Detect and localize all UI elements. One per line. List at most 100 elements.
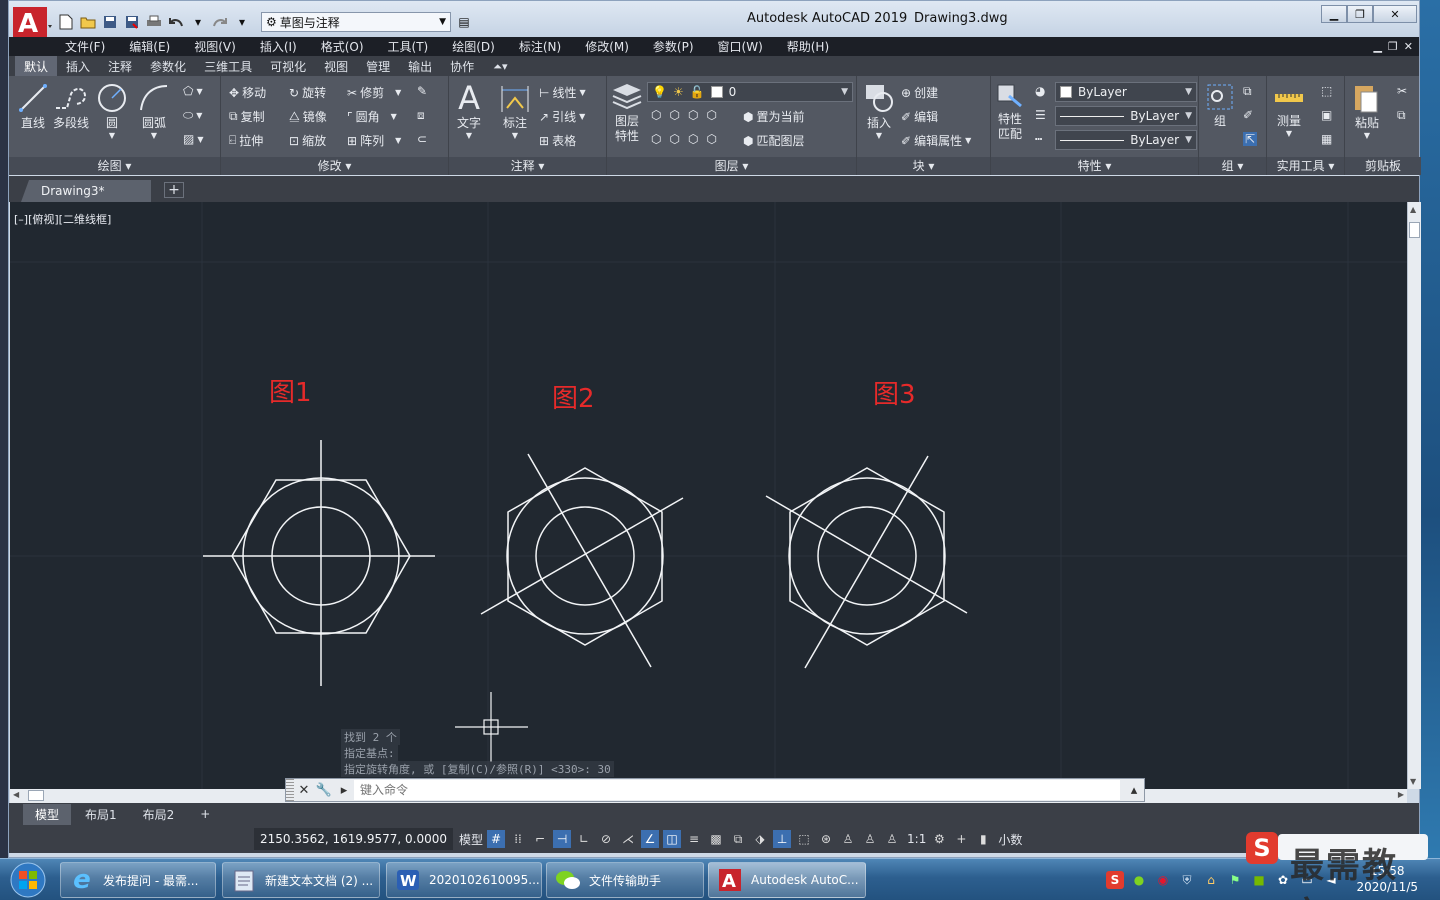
linetype-combo[interactable]: ByLayer ▼ (1055, 130, 1197, 150)
insert-block-button[interactable]: 插入 ▼ (863, 82, 895, 140)
new-file-icon[interactable] (57, 13, 75, 31)
chevron-down-icon[interactable]: ▾ (189, 13, 207, 31)
rotated-centerline-b[interactable] (527, 453, 652, 668)
menu-format[interactable]: 格式(O) (309, 38, 376, 55)
taskbar-item-notepad[interactable]: 新建文本文档 (2) ... (222, 862, 380, 898)
tab-view[interactable]: 视图 (315, 56, 357, 76)
menu-view[interactable]: 视图(V) (182, 38, 248, 55)
menu-edit[interactable]: 编辑(E) (117, 38, 182, 55)
layer-properties-button[interactable]: 图层 特性 (611, 82, 643, 144)
lineweight-toggle-icon[interactable]: ≡ (685, 830, 703, 848)
dynamic-ucs-icon[interactable]: ⊥ (773, 830, 792, 848)
text-button[interactable]: A 文字 ▼ (457, 82, 481, 140)
panel-draw-title[interactable]: 绘图 ▾ (9, 157, 220, 175)
menu-insert[interactable]: 插入(I) (248, 38, 309, 55)
wechat-tray-icon[interactable]: ● (1130, 871, 1148, 889)
edit-attributes-button[interactable]: ✐ 编辑属性 ▼ (901, 132, 971, 149)
menu-modify[interactable]: 修改(M) (573, 38, 641, 55)
3d-osnap-icon[interactable]: ⬗ (751, 830, 769, 848)
polyline-button[interactable]: 多段线 (53, 82, 89, 131)
arc-button[interactable]: 圆弧 ▼ (137, 82, 171, 140)
scroll-up-icon[interactable]: ▲ (1410, 205, 1416, 214)
network-drive-icon[interactable]: ⌂ (1202, 871, 1220, 889)
snap-icon[interactable]: ⁞⁞ (509, 830, 527, 848)
panel-annotation-title[interactable]: 注释 ▾ (449, 157, 606, 175)
selection-cycling-icon[interactable]: ⧉ (729, 830, 747, 848)
array-button[interactable]: ⊞ 阵列 ▼ (347, 132, 401, 149)
chevron-up-icon[interactable]: ▴ (1124, 779, 1144, 801)
grid-icon[interactable]: # (487, 830, 506, 848)
gear-icon[interactable]: ⚙ (930, 830, 948, 848)
taskbar-item-autocad[interactable]: A Autodesk AutoC... (708, 862, 866, 898)
group-select-icon[interactable]: ⇱ (1243, 132, 1258, 146)
command-input[interactable] (354, 780, 1120, 800)
cut-icon[interactable]: ✂ (1397, 84, 1407, 98)
security-shield-icon[interactable]: ⛨ (1178, 871, 1196, 889)
tab-collaborate[interactable]: 协作 (441, 56, 483, 76)
object-snap-tracking-icon[interactable]: ∠ (641, 830, 660, 848)
panel-modify-title[interactable]: 修改 ▾ (221, 157, 448, 175)
start-button[interactable] (4, 862, 52, 898)
match-layer-button[interactable]: ⬢ 匹配图层 (743, 132, 805, 149)
tab-visualize[interactable]: 可视化 (261, 56, 315, 76)
command-line-grip[interactable] (286, 779, 294, 801)
panel-properties-title[interactable]: 特性 ▾ (991, 157, 1198, 175)
tab-default[interactable]: 默认 (15, 56, 58, 76)
fillet-button[interactable]: ⌜ 圆角 ▼ (347, 108, 397, 125)
group-edit-icon[interactable]: ✐ (1243, 108, 1253, 122)
calculator-icon[interactable]: ▦ (1321, 132, 1332, 146)
units-value[interactable]: 小数 (998, 831, 1022, 848)
ellipse-tool[interactable]: ⬭ ▼ (183, 108, 202, 123)
nut-figure-1[interactable] (203, 440, 435, 686)
scale-button[interactable]: ⊡ 缩放 (289, 132, 326, 149)
quick-properties-icon[interactable]: ▮ (974, 830, 992, 848)
taskbar-item-wechat[interactable]: 文件传输助手 (546, 862, 704, 898)
vertical-scroll-thumb[interactable] (1409, 222, 1420, 238)
linear-dim-button[interactable]: ⊢ 线性 ▼ (539, 84, 586, 101)
auto-scale-icon[interactable]: ♙ (861, 830, 879, 848)
object-snap-icon[interactable]: ◫ (663, 830, 682, 848)
annotation-visibility-icon[interactable]: ♙ (839, 830, 857, 848)
leader-button[interactable]: ↗ 引线 ▼ (539, 108, 585, 125)
nut-figure-2[interactable] (480, 453, 684, 668)
doc-close-icon[interactable]: ✕ (1404, 40, 1413, 53)
dynamic-input-icon[interactable]: ⊣ (553, 830, 572, 848)
tab-annotate[interactable]: 注释 (99, 56, 141, 76)
viewport-controls-label[interactable]: [–][俯视][二维线框] (14, 211, 111, 227)
tab-layout1[interactable]: 布局1 (73, 804, 129, 825)
menu-draw[interactable]: 绘图(D) (440, 38, 507, 55)
menu-dimension[interactable]: 标注(N) (507, 38, 573, 55)
horizontal-scroll-thumb[interactable] (28, 790, 44, 801)
layer-delete-icon[interactable]: ⬡ (688, 132, 698, 146)
panel-layers-title[interactable]: 图层 ▾ (607, 157, 856, 175)
offset-button[interactable]: ⊂ (417, 132, 427, 146)
sogou-tray-icon[interactable]: S (1106, 871, 1124, 889)
selection-filter-icon[interactable]: ⬚ (795, 830, 813, 848)
select-all-icon[interactable]: ▣ (1321, 108, 1332, 122)
doc-minimize-icon[interactable]: ▁ (1373, 40, 1381, 53)
table-button[interactable]: ⊞ 表格 (539, 132, 576, 149)
gizmo-icon[interactable]: ⊛ (817, 830, 835, 848)
dimension-button[interactable]: 标注 ▼ (499, 82, 531, 140)
command-prompt-icon[interactable]: ▸ (334, 779, 354, 801)
workspace-combo[interactable]: ⚙ 草图与注释 ▼ (261, 12, 451, 32)
set-current-button[interactable]: ⬢ 置为当前 (743, 108, 805, 125)
lineweight-icon[interactable]: ☰ (1035, 108, 1046, 122)
panel-groups-title[interactable]: 组 ▾ (1199, 157, 1266, 175)
drawing-canvas[interactable]: 图1 图2 图3 [–][俯视][二维线框] 找到 2 个 指定基点: 指定旋转… (10, 202, 1407, 789)
color-wheel-icon[interactable]: ◕ (1035, 84, 1045, 98)
trim-button[interactable]: ✂ 修剪 ▼ (347, 84, 401, 101)
quick-select-icon[interactable]: ⬚ (1321, 84, 1332, 98)
hatch-tool[interactable]: ▨ ▼ (183, 132, 204, 146)
group-button[interactable]: 组 (1205, 82, 1235, 129)
doc-restore-icon[interactable]: ❐ (1388, 40, 1398, 53)
weibo-tray-icon[interactable]: ◉ (1154, 871, 1172, 889)
layer-copy-icon[interactable]: ⬡ (706, 132, 716, 146)
coordinate-readout[interactable]: 2150.3562, 1619.9577, 0.0000 (254, 828, 454, 850)
scroll-right-icon[interactable]: ▶ (1398, 790, 1404, 799)
close-icon[interactable]: ✕ (294, 779, 314, 801)
menu-help[interactable]: 帮助(H) (775, 38, 841, 55)
new-tab-button[interactable]: + (164, 182, 184, 198)
print-icon[interactable] (145, 13, 163, 31)
add-layout-button[interactable]: + (188, 805, 222, 823)
